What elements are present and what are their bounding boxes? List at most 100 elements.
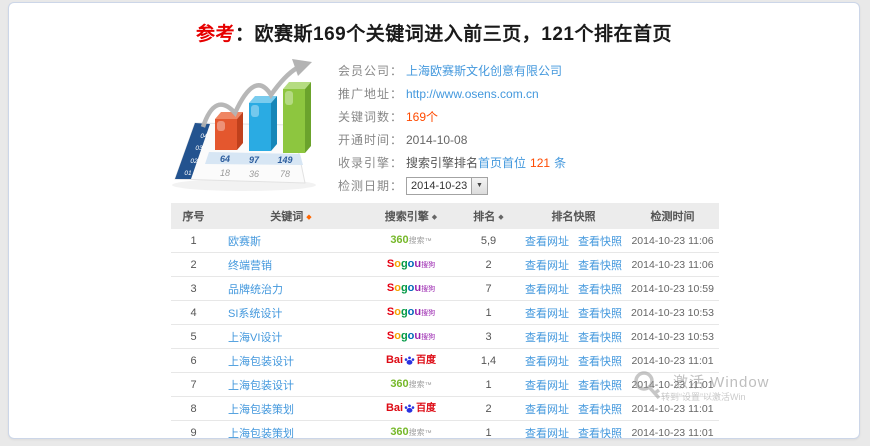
table-row: 1 欧赛斯 360搜索™ 5,9 查看网址 查看快照 2014-10-23 11… (171, 229, 719, 253)
logo-part: u (414, 259, 421, 270)
title-rest: ：欧赛斯169个关键词进入前三页，121个排在首页 (235, 24, 672, 45)
logo-part: 360 (390, 427, 408, 438)
chevron-down-icon: ▼ (471, 178, 487, 194)
row-index: 4 (171, 307, 216, 319)
promo-url-link[interactable]: http://www.osens.com.cn (406, 87, 539, 101)
logo-part: o (394, 283, 401, 294)
rank-value: 7 (456, 283, 521, 295)
view-snapshot-link[interactable]: 查看快照 (578, 380, 622, 392)
detect-time: 2014-10-23 10:53 (626, 331, 719, 343)
logo-part: o (394, 259, 401, 270)
first-page-count: 121 (530, 156, 550, 170)
keyword-link[interactable]: 上海包装策划 (228, 428, 294, 440)
column-header-3[interactable]: 排名◆ (456, 208, 521, 224)
view-url-link[interactable]: 查看网址 (525, 332, 569, 344)
member-company-link[interactable]: 上海欧赛斯文化创意有限公司 (406, 62, 562, 79)
column-header-1[interactable]: 关键词◆ (216, 208, 366, 224)
baidu-paw-icon (404, 355, 415, 366)
sogou-logo: Sogou搜狗 (366, 283, 456, 294)
logo-part: S (387, 283, 394, 294)
logo-part: ™ (425, 430, 432, 437)
snapshot-links: 查看网址 查看快照 (521, 353, 626, 369)
logo-part: 搜狗 (421, 310, 435, 317)
open-date-label: 开通时间： (338, 131, 406, 148)
indexed-engine-row: 收录引擎： 搜索引擎排名 首页首位 121 条 (338, 151, 566, 174)
keyword-link[interactable]: 上海VI设计 (228, 332, 282, 344)
keyword-link[interactable]: 终端营销 (228, 260, 272, 272)
detect-time: 2014-10-23 11:06 (626, 235, 719, 247)
view-snapshot-link[interactable]: 查看快照 (578, 404, 622, 416)
column-header-2[interactable]: 搜索引擎◆ (366, 208, 456, 224)
logo-part: g (401, 259, 408, 270)
snapshot-links: 查看网址 查看快照 (521, 281, 626, 297)
view-snapshot-link[interactable]: 查看快照 (578, 332, 622, 344)
watermark-line1: 激活 Window (673, 371, 770, 392)
view-url-link[interactable]: 查看网址 (525, 356, 569, 368)
row-index: 2 (171, 259, 216, 271)
rank-value: 1 (456, 379, 521, 391)
rank-value: 3 (456, 331, 521, 343)
table-header: 序号关键词◆搜索引擎◆排名◆排名快照检测时间 (171, 203, 719, 229)
view-url-link[interactable]: 查看网址 (525, 260, 569, 272)
logo-part: o (408, 283, 415, 294)
table-row: 9 上海包装策划 360搜索™ 1 查看网址 查看快照 2014-10-23 1… (171, 421, 719, 439)
count-unit-link[interactable]: 条 (554, 154, 566, 171)
logo-part: 搜索 (409, 237, 425, 245)
view-url-link[interactable]: 查看网址 (525, 428, 569, 440)
view-url-link[interactable]: 查看网址 (525, 236, 569, 248)
row-index: 9 (171, 427, 216, 439)
bar-value: 64 (220, 154, 230, 164)
logo-part: 百度 (416, 404, 436, 414)
view-snapshot-link[interactable]: 查看快照 (578, 236, 622, 248)
view-snapshot-link[interactable]: 查看快照 (578, 284, 622, 296)
detect-time: 2014-10-23 11:01 (626, 355, 719, 367)
bar-blue (249, 96, 277, 151)
promo-url-row: 推广地址： http://www.osens.com.cn (338, 82, 566, 105)
baidu-logo: Bai百度 (366, 403, 456, 414)
open-date-row: 开通时间： 2014-10-08 (338, 128, 566, 151)
sogou-logo: Sogou搜狗 (366, 307, 456, 318)
logo-part: 百度 (416, 356, 436, 366)
logo-part: u (414, 307, 421, 318)
keyword-link[interactable]: 上海包装策划 (228, 404, 294, 416)
logo-part: u (414, 283, 421, 294)
bar-value: 149 (277, 155, 292, 165)
keyword-link[interactable]: 欧赛斯 (228, 236, 261, 248)
sort-icon: ◆ (432, 214, 437, 221)
view-url-link[interactable]: 查看网址 (525, 308, 569, 320)
promo-url-label: 推广地址： (338, 85, 406, 102)
view-url-link[interactable]: 查看网址 (525, 380, 569, 392)
keyword-link[interactable]: 上海包装设计 (228, 380, 294, 392)
logo-part: 搜狗 (421, 334, 435, 341)
logo-part: o (394, 307, 401, 318)
table-row: 5 上海VI设计 Sogou搜狗 3 查看网址 查看快照 2014-10-23 … (171, 325, 719, 349)
keyword-link[interactable]: SI系统设计 (228, 308, 282, 320)
row-index: 8 (171, 403, 216, 415)
view-snapshot-link[interactable]: 查看快照 (578, 356, 622, 368)
rank-value: 1 (456, 307, 521, 319)
bar-value: 18 (220, 168, 230, 178)
view-url-link[interactable]: 查看网址 (525, 404, 569, 416)
detection-date-select[interactable]: 2014-10-23 ▼ (406, 177, 488, 195)
site-info-panel: 会员公司： 上海欧赛斯文化创意有限公司 推广地址： http://www.ose… (338, 59, 566, 197)
rank-value: 1,4 (456, 355, 521, 367)
bar-value: 36 (249, 169, 259, 179)
rank-value: 5,9 (456, 235, 521, 247)
snapshot-links: 查看网址 查看快照 (521, 377, 626, 393)
view-url-link[interactable]: 查看网址 (525, 284, 569, 296)
sogou-logo: Sogou搜狗 (366, 331, 456, 342)
view-snapshot-link[interactable]: 查看快照 (578, 260, 622, 272)
keyword-link[interactable]: 品牌统治力 (228, 284, 283, 296)
report-card: 参考：欧赛斯169个关键词进入前三页，121个排在首页 04 03 02 01 (8, 2, 860, 439)
detect-time: 2014-10-23 11:01 (626, 427, 719, 439)
page-title: 参考：欧赛斯169个关键词进入前三页，121个排在首页 (9, 19, 859, 46)
detection-date-label: 检测日期： (338, 177, 406, 194)
view-snapshot-link[interactable]: 查看快照 (578, 428, 622, 440)
table-body: 1 欧赛斯 360 搜索 ™ 5,9 查看网址 查看快照 2014-10-23 11… (171, 229, 719, 439)
row-index: 5 (171, 331, 216, 343)
logo-part: S (387, 307, 394, 318)
snapshot-links: 查看网址 查看快照 (521, 401, 626, 417)
keyword-link[interactable]: 上海包装设计 (228, 356, 294, 368)
first-page-link[interactable]: 首页首位 (478, 154, 526, 171)
view-snapshot-link[interactable]: 查看快照 (578, 308, 622, 320)
